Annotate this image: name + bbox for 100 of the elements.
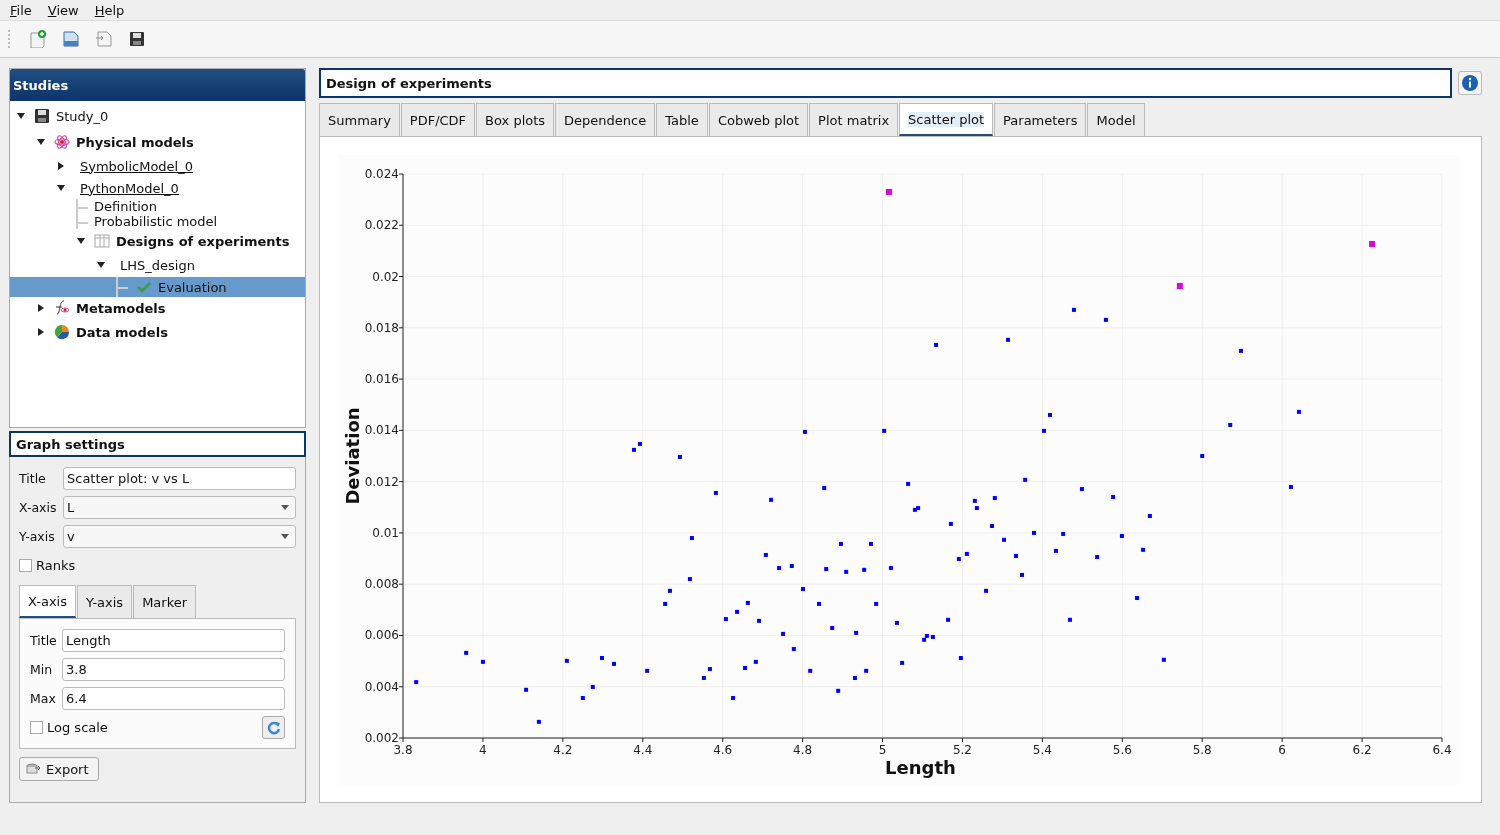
tab[interactable]: X-axis <box>19 585 76 618</box>
tab[interactable]: Parameters <box>994 103 1087 136</box>
tick-label: 5 <box>878 743 887 757</box>
menu-item[interactable]: File <box>4 2 38 18</box>
data-point <box>1111 495 1116 499</box>
tree-item[interactable]: Metamodels <box>10 297 305 319</box>
tick-label: 0.006 <box>364 628 399 643</box>
caret-icon[interactable] <box>36 303 46 313</box>
tab[interactable]: PDF/CDF <box>400 103 476 136</box>
tab[interactable]: Table <box>656 103 708 136</box>
data-point <box>612 661 616 666</box>
caret-icon[interactable] <box>96 260 106 270</box>
tab[interactable]: Y-axis <box>77 585 133 618</box>
field-label: Max <box>30 691 57 706</box>
tree-item[interactable]: Designs of experiments <box>10 229 305 253</box>
tab[interactable]: Summary <box>319 103 400 136</box>
data-point <box>753 659 758 664</box>
save-icon <box>34 108 50 124</box>
checkbox[interactable] <box>30 721 43 734</box>
tick-label: 0.022 <box>364 218 399 233</box>
data-point <box>701 676 706 680</box>
tree-item[interactable]: Data models <box>10 319 305 345</box>
tab[interactable]: Plot matrix <box>809 103 899 136</box>
tab[interactable]: Scatter plot <box>899 103 994 136</box>
data-point <box>789 564 794 568</box>
data-point <box>836 688 841 693</box>
data-point <box>1228 423 1233 427</box>
caret-icon[interactable] <box>16 111 26 121</box>
data-point <box>854 630 859 635</box>
data-point <box>803 429 807 434</box>
tree-item[interactable]: Physical models <box>10 129 305 155</box>
tick-label: 0.016 <box>364 372 399 387</box>
dropdown-arrow-icon <box>281 505 289 510</box>
data-point <box>1002 537 1006 542</box>
data-point <box>667 588 672 593</box>
data-point <box>964 551 969 556</box>
data-point <box>1006 337 1010 342</box>
tick-label: 4.2 <box>553 743 573 757</box>
field-label: X-axis <box>19 500 58 515</box>
caret-icon[interactable] <box>76 236 86 246</box>
menu-item[interactable]: View <box>41 2 85 18</box>
data-point <box>564 658 569 663</box>
open-icon[interactable] <box>60 28 82 50</box>
tree-item[interactable]: Study_0 <box>10 103 305 129</box>
dropdown[interactable]: L <box>63 496 296 519</box>
data-point <box>824 567 829 572</box>
tick-label: 4.8 <box>793 743 813 757</box>
refresh-button[interactable] <box>262 716 285 739</box>
data-point <box>1020 572 1024 577</box>
data-point <box>900 660 905 665</box>
checkbox[interactable] <box>19 559 32 572</box>
data-point <box>984 588 989 593</box>
data-point <box>1141 547 1146 552</box>
tab[interactable]: Marker <box>133 585 197 618</box>
caret-icon[interactable] <box>36 327 46 337</box>
data-point <box>689 536 694 541</box>
tree-item[interactable]: PythonModel_0 <box>10 177 305 199</box>
data-point <box>713 490 718 495</box>
text-field[interactable]: 3.8 <box>62 658 285 681</box>
data-point <box>1119 534 1124 538</box>
data-point <box>801 587 805 592</box>
caret-icon[interactable] <box>36 137 46 147</box>
text-field[interactable]: Scatter plot: v vs L <box>63 467 296 490</box>
caret-icon[interactable] <box>56 161 66 171</box>
data-point <box>1369 241 1376 247</box>
data-point <box>1103 317 1108 322</box>
tick-label: 3.8 <box>393 743 413 757</box>
dropdown[interactable]: v <box>63 525 296 548</box>
text-field[interactable]: 6.4 <box>62 687 285 710</box>
data-point <box>769 497 774 502</box>
data-point <box>536 719 541 724</box>
data-point <box>868 541 873 546</box>
data-point <box>687 577 692 582</box>
panel-title: Graph settings <box>9 431 306 457</box>
tree-item[interactable]: LHS_design <box>10 253 305 277</box>
checkbox-label: Ranks <box>36 558 76 573</box>
text-field[interactable]: Length <box>62 629 285 652</box>
data-point <box>1176 283 1183 290</box>
export-button[interactable]: Export <box>19 757 99 781</box>
data-point <box>645 668 650 673</box>
tick-label: 6 <box>1278 743 1286 757</box>
tree-item[interactable]: Evaluation <box>10 277 305 297</box>
tab[interactable]: Model <box>1087 103 1145 136</box>
tab[interactable]: Cobweb plot <box>708 103 809 136</box>
caret-icon[interactable] <box>56 183 66 193</box>
data-point <box>735 609 740 614</box>
tab[interactable]: Box plots <box>476 103 555 136</box>
data-point <box>839 541 843 546</box>
menu-item[interactable]: Help <box>88 2 131 18</box>
tab[interactable]: Dependence <box>555 103 656 136</box>
info-button[interactable] <box>1458 71 1482 95</box>
data-point <box>1200 454 1205 458</box>
tick-label: 0.014 <box>364 423 399 438</box>
data-point <box>830 626 835 630</box>
tick-label: 4.4 <box>633 743 653 757</box>
new-file-icon[interactable] <box>27 28 49 50</box>
field-label: Title <box>30 633 58 648</box>
tree-item[interactable]: Probabilistic model <box>10 214 305 229</box>
tree-item[interactable]: SymbolicModel_0 <box>10 155 305 177</box>
tree-item[interactable]: Definition <box>10 199 305 214</box>
